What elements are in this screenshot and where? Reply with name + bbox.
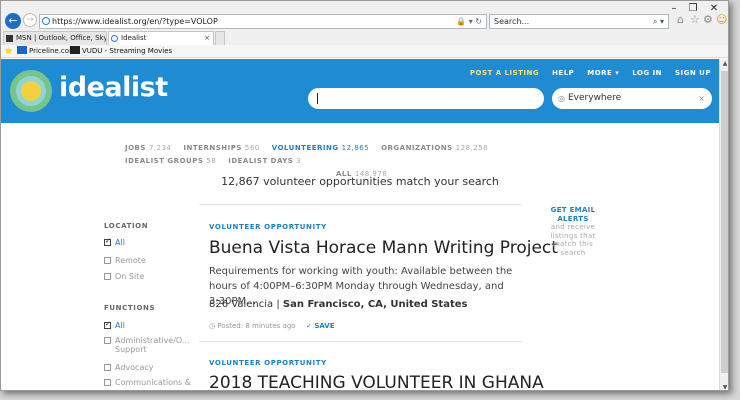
- login-link[interactable]: LOG IN: [632, 69, 662, 77]
- results-count: 12,867 volunteer opportunities match you…: [221, 175, 499, 188]
- ie-favicon-icon: [111, 35, 118, 42]
- clear-location-icon[interactable]: ×: [698, 88, 705, 109]
- listing-org[interactable]: 826 Valencia: [209, 299, 273, 310]
- search-icon[interactable]: ⌕ ▾: [653, 15, 664, 28]
- tab-label: Idealist: [121, 34, 147, 42]
- scroll-up-icon[interactable]: ▲: [721, 60, 728, 67]
- refresh-icon[interactable]: ↻: [475, 17, 482, 26]
- gear-icon[interactable]: ⚙: [703, 13, 713, 26]
- browser-toolbar: – ❐ ✕ ← → https://www.idealist.org/en/?t…: [1, 1, 728, 47]
- checkbox[interactable]: [104, 237, 111, 246]
- favorite-priceline[interactable]: Priceline.com: [17, 45, 76, 58]
- tab-internships[interactable]: INTERNSHIPS 560: [183, 144, 259, 152]
- favorite-label: VUDU - Streaming Movies: [82, 47, 173, 55]
- address-url: https://www.idealist.org/en/?type=VOLOP: [52, 17, 218, 26]
- listing-type-badge: VOLUNTEER OPPORTUNITY: [209, 359, 327, 367]
- listing-type-badge: VOLUNTEER OPPORTUNITY: [209, 223, 327, 231]
- email-alerts-text: and receive listings that match this sea…: [550, 223, 596, 257]
- divider: [199, 204, 522, 205]
- get-email-alerts-link[interactable]: GET EMAIL ALERTS: [541, 206, 605, 223]
- tab-strip: MSN | Outlook, Office, Skype, ... Ideali…: [1, 31, 728, 45]
- browser-window: – ❐ ✕ ← → https://www.idealist.org/en/?t…: [0, 0, 729, 391]
- listing-location: 826 Valencia | San Francisco, CA, United…: [209, 299, 468, 310]
- text-cursor: [317, 93, 318, 104]
- filter-location-remote[interactable]: Remote: [104, 256, 146, 265]
- scroll-down-icon[interactable]: ▼: [721, 384, 728, 390]
- listing-title[interactable]: Buena Vista Horace Mann Writing Project: [209, 238, 558, 258]
- filter-function-all[interactable]: All: [104, 320, 125, 330]
- priceline-icon: [17, 46, 27, 54]
- filter-function-advocacy[interactable]: Advocacy: [104, 363, 153, 372]
- smiley-feedback-icon[interactable]: ☺: [716, 13, 727, 26]
- signup-link[interactable]: SIGN UP: [675, 69, 711, 77]
- location-pin-icon: ◎: [558, 94, 565, 103]
- tab-organizations[interactable]: ORGANIZATIONS 128,258: [381, 144, 488, 152]
- idealist-logo-icon[interactable]: [10, 70, 52, 112]
- checkbox[interactable]: [104, 257, 111, 264]
- dropdown-icon[interactable]: ▾: [469, 17, 473, 26]
- filter-location-onsite[interactable]: On Site: [104, 272, 144, 281]
- checkbox[interactable]: [104, 337, 111, 344]
- filter-function-administrative[interactable]: Administrative/O... Support: [104, 336, 190, 354]
- location-value: Everywhere: [568, 93, 622, 103]
- tab-idealist[interactable]: Idealist ×: [108, 31, 214, 45]
- tab-idealist-days[interactable]: IDEALIST DAYS 3: [228, 157, 301, 165]
- forward-button[interactable]: →: [23, 13, 37, 27]
- filter-function-communications[interactable]: Communications &: [104, 378, 191, 387]
- save-button[interactable]: ✓ SAVE: [306, 322, 335, 330]
- home-icon[interactable]: ⌂: [677, 13, 684, 26]
- help-link[interactable]: HELP: [552, 69, 574, 77]
- location-search-input[interactable]: ◎ Everywhere ×: [552, 88, 712, 109]
- post-listing-link[interactable]: POST A LISTING: [470, 69, 539, 77]
- address-bar[interactable]: https://www.idealist.org/en/?type=VOLOP …: [39, 14, 487, 29]
- address-actions: 🔒 ▾ ↻: [456, 15, 482, 28]
- vudu-icon: [70, 46, 80, 54]
- favorites-star-add-icon[interactable]: ⭐: [4, 45, 13, 58]
- more-menu[interactable]: MORE ▾: [587, 69, 619, 77]
- site-header: idealist POST A LISTING HELP MORE ▾ LOG …: [1, 59, 719, 123]
- new-tab-button[interactable]: [215, 31, 225, 45]
- listing-posted: ◷ Posted: 8 minutes ago: [209, 322, 296, 330]
- tab-idealist-groups[interactable]: IDEALIST GROUPS 58: [125, 157, 216, 165]
- back-button[interactable]: ←: [5, 13, 21, 29]
- checkbox[interactable]: [104, 364, 111, 371]
- functions-filter-title: FUNCTIONS: [104, 304, 156, 312]
- search-placeholder: Search...: [494, 17, 530, 26]
- tab-volunteering[interactable]: VOLUNTEERING 12,865: [272, 144, 369, 152]
- checkbox[interactable]: [104, 379, 111, 386]
- scroll-thumb[interactable]: [721, 71, 728, 373]
- filter-location-all[interactable]: All: [104, 237, 125, 247]
- page-scrollbar[interactable]: ▲ ▼: [719, 59, 728, 390]
- checkbox[interactable]: [104, 273, 111, 280]
- tab-jobs[interactable]: JOBS 7,234: [125, 144, 171, 152]
- tab-label: MSN | Outlook, Office, Skype, ...: [16, 34, 107, 42]
- site-logo[interactable]: idealist: [59, 72, 168, 103]
- keyword-search-input[interactable]: [308, 88, 544, 109]
- favorite-vudu[interactable]: VUDU - Streaming Movies: [70, 45, 172, 58]
- checkbox[interactable]: [104, 320, 111, 329]
- close-tab-icon[interactable]: ×: [204, 32, 210, 45]
- ie-logo-icon: [42, 17, 50, 25]
- back-arrow-icon: ←: [8, 14, 18, 27]
- email-alerts-box: GET EMAIL ALERTS and receive listings th…: [541, 206, 605, 257]
- lock-icon: 🔒: [456, 17, 467, 26]
- favorites-bar: ⭐ Priceline.com VUDU - Streaming Movies: [1, 45, 728, 58]
- favorite-label: Priceline.com: [29, 47, 76, 55]
- listing-city: San Francisco, CA, United States: [282, 299, 468, 310]
- divider: [199, 341, 522, 342]
- msn-favicon-icon: [6, 35, 13, 42]
- forward-arrow-icon: →: [26, 15, 34, 25]
- top-nav: POST A LISTING HELP MORE ▾ LOG IN SIGN U…: [460, 69, 711, 77]
- listing-title[interactable]: 2018 TEACHING VOLUNTEER IN GHANA: [209, 373, 544, 390]
- favorites-star-icon[interactable]: ☆: [690, 13, 700, 26]
- browser-search-input[interactable]: Search... ⌕ ▾: [489, 14, 669, 29]
- location-filter-title: LOCATION: [104, 222, 149, 230]
- tab-msn[interactable]: MSN | Outlook, Office, Skype, ...: [3, 31, 107, 45]
